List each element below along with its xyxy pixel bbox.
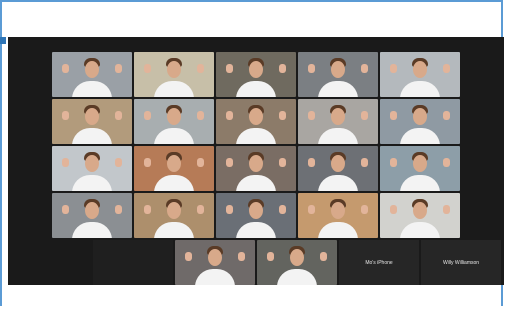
waving-hand-left <box>62 158 69 167</box>
participant-video-tile[interactable] <box>216 52 296 97</box>
participant-video-tile[interactable] <box>216 146 296 191</box>
waving-hand-right <box>361 111 368 120</box>
person-head <box>413 155 427 172</box>
waving-hand-left <box>144 111 151 120</box>
person-head <box>290 249 304 266</box>
waving-hand-left <box>144 64 151 73</box>
participant-video-tile[interactable] <box>52 52 132 97</box>
gallery-view: Mo's iPhone Willy Williamson <box>52 52 501 285</box>
participant-video-tile[interactable] <box>380 52 460 97</box>
waving-hand-right <box>115 205 122 214</box>
person-head <box>249 108 263 125</box>
waving-hand-right <box>115 158 122 167</box>
empty-tile <box>93 240 173 285</box>
waving-hand-right <box>279 111 286 120</box>
participant-name: Mo's iPhone <box>365 259 393 266</box>
waving-hand-left <box>144 205 151 214</box>
waving-hand-left <box>308 111 315 120</box>
participant-video-tile[interactable] <box>52 193 132 238</box>
participant-video-tile[interactable] <box>216 193 296 238</box>
waving-hand-left <box>390 111 397 120</box>
participant-name: Willy Williamson <box>442 259 480 266</box>
participant-name-tile[interactable]: Mo's iPhone <box>339 240 419 285</box>
person-head <box>331 202 345 219</box>
waving-hand-right <box>238 252 245 261</box>
participant-video-tile[interactable] <box>298 99 378 144</box>
waving-hand-right <box>197 64 204 73</box>
waving-hand-left <box>144 158 151 167</box>
zoom-window: Mo's iPhone Willy Williamson <box>8 37 504 285</box>
participant-video-tile[interactable] <box>175 240 255 285</box>
waving-hand-right <box>443 158 450 167</box>
person-head <box>85 61 99 78</box>
waving-hand-left <box>390 158 397 167</box>
waving-hand-right <box>279 158 286 167</box>
waving-hand-left <box>226 111 233 120</box>
person-head <box>167 108 181 125</box>
participant-video-tile[interactable] <box>52 99 132 144</box>
person-head <box>413 202 427 219</box>
person-head <box>413 61 427 78</box>
person-head <box>249 202 263 219</box>
person-head <box>331 108 345 125</box>
waving-hand-left <box>62 64 69 73</box>
participant-video-tile[interactable] <box>298 52 378 97</box>
waving-hand-left <box>390 205 397 214</box>
person-head <box>249 155 263 172</box>
waving-hand-left <box>226 205 233 214</box>
person-head <box>167 155 181 172</box>
waving-hand-right <box>279 205 286 214</box>
participant-video-tile[interactable] <box>380 99 460 144</box>
waving-hand-right <box>279 64 286 73</box>
participant-video-tile[interactable] <box>52 146 132 191</box>
participant-video-tile[interactable] <box>216 99 296 144</box>
person-head <box>85 202 99 219</box>
person-head <box>167 61 181 78</box>
participant-name-tile[interactable]: Willy Williamson <box>421 240 501 285</box>
waving-hand-left <box>185 252 192 261</box>
participant-video-tile[interactable] <box>134 193 214 238</box>
waving-hand-left <box>390 64 397 73</box>
participant-video-tile[interactable] <box>134 146 214 191</box>
waving-hand-right <box>197 205 204 214</box>
waving-hand-left <box>308 158 315 167</box>
corner-marker <box>0 37 6 44</box>
participant-video-tile[interactable] <box>134 99 214 144</box>
person-head <box>331 155 345 172</box>
waving-hand-left <box>62 111 69 120</box>
person-head <box>85 108 99 125</box>
waving-hand-right <box>443 111 450 120</box>
waving-hand-right <box>197 158 204 167</box>
participant-video-tile[interactable] <box>298 193 378 238</box>
waving-hand-right <box>320 252 327 261</box>
waving-hand-left <box>226 64 233 73</box>
participant-video-tile[interactable] <box>134 52 214 97</box>
waving-hand-right <box>115 111 122 120</box>
person-head <box>208 249 222 266</box>
waving-hand-right <box>361 64 368 73</box>
person-head <box>413 108 427 125</box>
waving-hand-right <box>443 205 450 214</box>
waving-hand-left <box>226 158 233 167</box>
waving-hand-left <box>308 205 315 214</box>
participant-video-tile[interactable] <box>257 240 337 285</box>
person-head <box>85 155 99 172</box>
person-head <box>331 61 345 78</box>
waving-hand-left <box>62 205 69 214</box>
waving-hand-left <box>267 252 274 261</box>
waving-hand-right <box>443 64 450 73</box>
waving-hand-right <box>115 64 122 73</box>
waving-hand-right <box>361 205 368 214</box>
waving-hand-right <box>361 158 368 167</box>
participant-video-tile[interactable] <box>298 146 378 191</box>
participant-video-tile[interactable] <box>380 193 460 238</box>
waving-hand-left <box>308 64 315 73</box>
waving-hand-right <box>197 111 204 120</box>
person-head <box>249 61 263 78</box>
person-head <box>167 202 181 219</box>
zoom-topbar <box>8 37 504 48</box>
participant-video-tile[interactable] <box>380 146 460 191</box>
